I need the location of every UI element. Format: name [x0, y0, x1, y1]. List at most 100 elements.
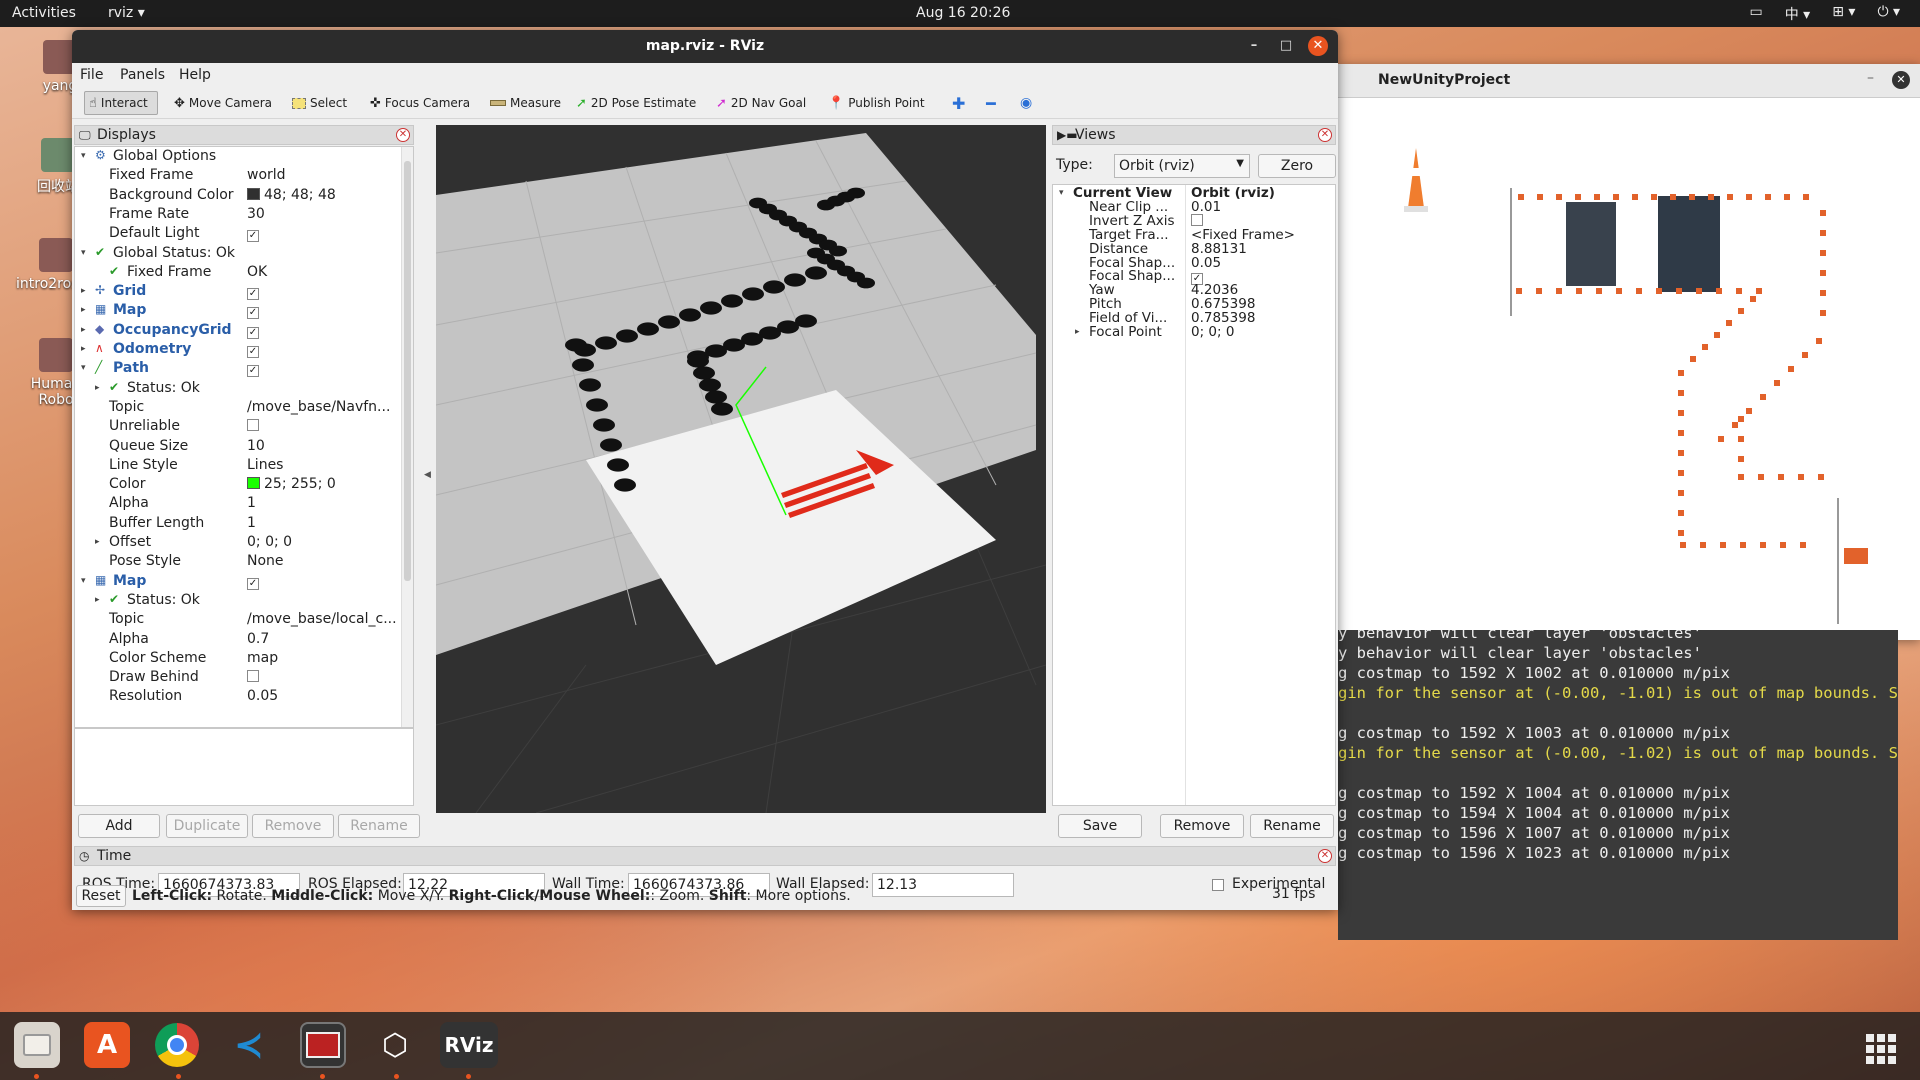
view-type-select[interactable]: Orbit (rviz) ▼ [1114, 154, 1250, 178]
expand-down-icon[interactable]: ▾ [81, 248, 86, 258]
display-row[interactable]: Buffer Length 1 [75, 514, 413, 533]
display-value[interactable]: ✓ [247, 302, 399, 320]
display-checkbox[interactable]: ✓ [247, 346, 259, 358]
display-row[interactable]: Fixed Frame world [75, 166, 413, 185]
display-value[interactable]: /move_base/local_c... [247, 611, 399, 627]
close-icon[interactable]: ✕ [1892, 71, 1910, 89]
display-value[interactable]: 0; 0; 0 [247, 534, 399, 550]
close-icon[interactable]: ✕ [1308, 36, 1328, 56]
display-row[interactable]: Frame Rate 30 [75, 205, 413, 224]
menu-panels[interactable]: Panels [120, 67, 165, 83]
expand-down-icon[interactable]: ▾ [81, 576, 86, 586]
display-row[interactable]: Default Light ✓ [75, 224, 413, 243]
expand-right-icon[interactable]: ▸ [95, 383, 100, 393]
display-checkbox[interactable] [247, 670, 259, 683]
2d-nav-goal-tool-button[interactable]: ➚ 2D Nav Goal [712, 91, 810, 115]
display-checkbox[interactable]: ✓ [247, 288, 259, 301]
display-value[interactable]: None [247, 553, 399, 569]
display-row[interactable]: Unreliable [75, 417, 413, 436]
close-icon[interactable]: ✕ [1318, 128, 1332, 142]
expand-down-icon[interactable]: ▾ [81, 363, 86, 373]
display-row[interactable]: Alpha 0.7 [75, 630, 413, 649]
display-row[interactable]: Resolution 0.05 [75, 687, 413, 706]
unity-game-view[interactable] [1338, 98, 1920, 640]
3d-viewport[interactable] [436, 125, 1046, 813]
interact-tool-button[interactable]: ☝ Interact [84, 91, 158, 115]
display-value[interactable]: map [247, 650, 399, 666]
display-row[interactable]: Queue Size 10 [75, 437, 413, 456]
display-row[interactable]: Color Scheme map [75, 649, 413, 668]
display-row[interactable]: ▸ ∧ Odometry ✓ [75, 340, 413, 359]
reset-button[interactable]: Reset [76, 885, 126, 907]
view-checkbox[interactable] [1191, 213, 1203, 226]
publish-point-tool-button[interactable]: 📍 Publish Point [824, 91, 929, 115]
display-value[interactable]: 25; 255; 0 [247, 476, 399, 492]
network-icon[interactable]: ⊞ ▾ [1832, 4, 1855, 24]
display-row[interactable]: ▸ ✢ Grid ✓ [75, 282, 413, 301]
display-value[interactable]: OK [247, 264, 399, 280]
display-value[interactable]: 1 [247, 495, 399, 511]
menu-file[interactable]: File [80, 67, 103, 83]
display-row[interactable]: ▾ ✔ Global Status: Ok [75, 244, 413, 263]
display-row[interactable]: Line Style Lines [75, 456, 413, 475]
remove-view-button[interactable]: Remove [1160, 814, 1244, 838]
move-camera-tool-button[interactable]: ✥ Move Camera [170, 91, 276, 115]
display-value[interactable] [247, 669, 399, 685]
display-checkbox[interactable]: ✓ [247, 307, 259, 320]
display-value[interactable]: ✓ [247, 341, 399, 358]
display-row[interactable]: ✔ Fixed Frame OK [75, 263, 413, 282]
software-icon[interactable]: A [84, 1022, 130, 1068]
focus-camera-tool-button[interactable]: ✜ Focus Camera [366, 91, 474, 115]
expand-right-icon[interactable]: ▸ [95, 537, 100, 547]
menu-help[interactable]: Help [179, 67, 211, 83]
measure-tool-button[interactable]: Measure [486, 91, 565, 115]
wall-elapsed-field[interactable]: 12.13 [872, 873, 1014, 897]
display-row[interactable]: Color 25; 255; 0 [75, 475, 413, 494]
unity-scene[interactable] [1338, 98, 1920, 640]
display-row[interactable]: ▾ ⚙ Global Options [75, 147, 413, 166]
system-tray[interactable]: ▭ 中 ▾ ⊞ ▾ ⏻ ▾ [1750, 4, 1901, 24]
display-checkbox[interactable]: ✓ [247, 365, 259, 378]
expand-down-icon[interactable]: ▾ [1059, 188, 1064, 198]
displays-tree[interactable]: ▾ ⚙ Global Options Fixed Frame world Backgrou… [74, 146, 414, 728]
remove-tool-button[interactable]: ━ [982, 91, 1000, 115]
expand-right-icon[interactable]: ▸ [81, 344, 86, 354]
display-row[interactable]: ▸ ✔ Status: Ok [75, 379, 413, 398]
select-tool-button[interactable]: Select [288, 91, 351, 115]
maximize-icon[interactable]: □ [1276, 36, 1296, 56]
close-icon[interactable]: ✕ [1318, 849, 1332, 863]
display-row[interactable]: ▾ ╱ Path ✓ [75, 359, 413, 378]
display-value[interactable]: ✓ [247, 360, 399, 378]
close-icon[interactable]: ✕ [396, 128, 410, 142]
files-icon[interactable] [14, 1022, 60, 1068]
unity-icon[interactable]: ⬡ [372, 1022, 418, 1068]
display-value[interactable]: 0.7 [247, 631, 399, 647]
rename-display-button[interactable]: Rename [338, 814, 420, 838]
expand-down-icon[interactable]: ▾ [81, 151, 86, 161]
display-value[interactable] [247, 418, 399, 434]
display-row[interactable]: ▸ ▦ Map ✓ [75, 301, 413, 320]
display-value[interactable]: 1 [247, 515, 399, 531]
display-row[interactable]: ▾ ▦ Map ✓ [75, 572, 413, 591]
input-method-icon[interactable]: 中 ▾ [1785, 4, 1810, 24]
display-value[interactable]: 10 [247, 438, 399, 454]
experimental-checkbox[interactable] [1212, 879, 1224, 891]
minimize-icon[interactable]: – [1867, 70, 1874, 86]
remove-display-button[interactable]: Remove [252, 814, 334, 838]
tool-properties-button[interactable]: ◉ [1016, 91, 1036, 115]
display-checkbox[interactable]: ✓ [247, 326, 259, 339]
chrome-icon[interactable] [154, 1022, 200, 1068]
display-value[interactable]: 0.05 [247, 688, 399, 704]
view-property-value[interactable]: 0; 0; 0 [1191, 324, 1234, 340]
collapse-left-icon[interactable]: ◀ [424, 470, 431, 480]
app-menu[interactable]: rviz ▾ [108, 5, 145, 21]
display-row[interactable]: ▸ ◆ OccupancyGrid ✓ [75, 321, 413, 340]
power-icon[interactable]: ⏻ ▾ [1877, 4, 1900, 24]
display-checkbox[interactable]: ✓ [247, 230, 259, 243]
2d-pose-estimate-tool-button[interactable]: ➚ 2D Pose Estimate [572, 91, 700, 115]
display-value[interactable]: ✓ [247, 283, 399, 301]
display-row[interactable]: Background Color 48; 48; 48 [75, 186, 413, 205]
expand-right-icon[interactable]: ▸ [95, 595, 100, 605]
zero-button[interactable]: Zero [1258, 154, 1336, 178]
display-row[interactable]: ▸ Offset 0; 0; 0 [75, 533, 413, 552]
